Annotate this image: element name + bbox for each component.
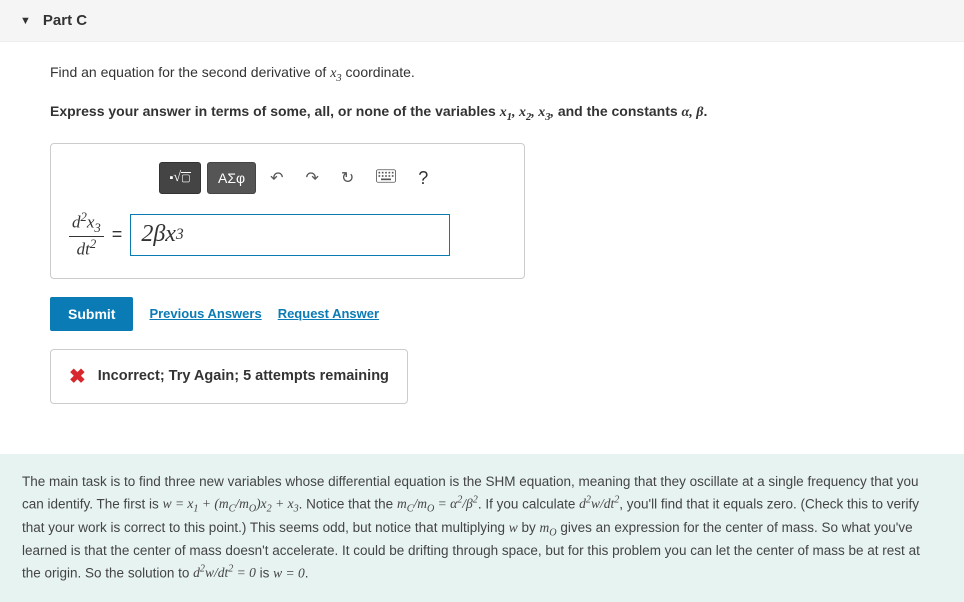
q2-mid: and the constants bbox=[554, 103, 682, 119]
hint-text: The main task is to find three new varia… bbox=[22, 472, 942, 585]
greek-letters-button[interactable]: ΑΣφ bbox=[207, 162, 256, 194]
q1-prefix: Find an equation for the second derivati… bbox=[50, 64, 330, 80]
toolbar: ▪√▢ ΑΣφ ↶ ↷ ↻ ? bbox=[159, 162, 506, 194]
q1-suffix: coordinate. bbox=[342, 64, 415, 80]
answer-input[interactable]: 2βx3 bbox=[130, 214, 450, 256]
part-title: Part C bbox=[43, 12, 87, 29]
equation-row: d2x3 dt2 = 2βx3 bbox=[69, 210, 506, 260]
equals-sign: = bbox=[112, 224, 123, 245]
actions-row: Submit Previous Answers Request Answer bbox=[50, 297, 914, 331]
reset-icon[interactable]: ↻ bbox=[333, 164, 362, 192]
content-area: Find an equation for the second derivati… bbox=[0, 42, 964, 424]
previous-answers-link[interactable]: Previous Answers bbox=[149, 306, 261, 321]
q2-end: . bbox=[703, 103, 707, 119]
hint-panel: The main task is to find three new varia… bbox=[0, 454, 964, 602]
question-line-2: Express your answer in terms of some, al… bbox=[50, 101, 914, 126]
answer-box: ▪√▢ ΑΣφ ↶ ↷ ↻ ? d2x3 dt2 = 2βx3 bbox=[50, 143, 525, 279]
feedback-message: Incorrect; Try Again; 5 attempts remaini… bbox=[98, 368, 389, 384]
question-line-1: Find an equation for the second derivati… bbox=[50, 62, 914, 87]
keyboard-icon[interactable] bbox=[368, 165, 404, 192]
submit-button[interactable]: Submit bbox=[50, 297, 133, 331]
collapse-icon: ▼ bbox=[20, 15, 31, 27]
redo-icon[interactable]: ↷ bbox=[297, 164, 326, 192]
feedback-box: ✖ Incorrect; Try Again; 5 attempts remai… bbox=[50, 349, 408, 404]
part-header[interactable]: ▼ Part C bbox=[0, 0, 964, 42]
incorrect-icon: ✖ bbox=[69, 364, 86, 389]
equation-lhs: d2x3 dt2 bbox=[69, 210, 104, 260]
undo-icon[interactable]: ↶ bbox=[262, 164, 291, 192]
help-icon[interactable]: ? bbox=[410, 164, 436, 193]
request-answer-link[interactable]: Request Answer bbox=[278, 306, 379, 321]
q2-prefix: Express your answer in terms of some, al… bbox=[50, 103, 500, 119]
math-templates-button[interactable]: ▪√▢ bbox=[159, 162, 201, 194]
